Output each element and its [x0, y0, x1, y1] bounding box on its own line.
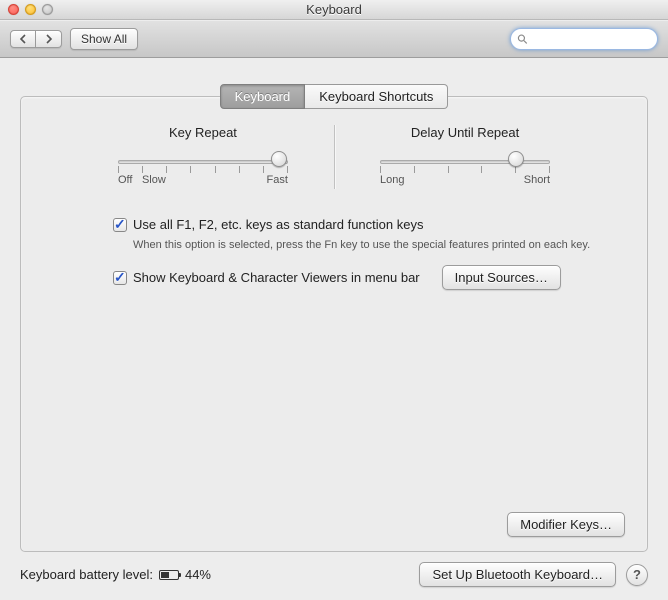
search-input[interactable] — [532, 31, 651, 47]
fn-keys-label: Use all F1, F2, etc. keys as standard fu… — [133, 217, 423, 232]
title-bar: Keyboard — [0, 0, 668, 20]
tab-keyboard-shortcuts[interactable]: Keyboard Shortcuts — [305, 84, 448, 109]
key-repeat-block: Key Repeat Off Slow Fast — [82, 125, 323, 189]
search-field[interactable] — [510, 28, 658, 50]
toolbar: Show All — [0, 20, 668, 58]
key-repeat-min-label: Off — [118, 174, 132, 186]
search-icon — [517, 33, 528, 45]
back-button[interactable] — [10, 30, 36, 48]
vertical-separator — [334, 125, 335, 189]
zoom-window-button[interactable] — [42, 4, 53, 15]
minimize-window-button[interactable] — [25, 4, 36, 15]
battery-percent: 44% — [185, 567, 211, 582]
delay-until-repeat-block: Delay Until Repeat Long Short — [345, 125, 586, 189]
fn-keys-checkbox[interactable] — [113, 218, 127, 232]
key-repeat-label: Key Repeat — [169, 125, 237, 140]
forward-button[interactable] — [36, 30, 62, 48]
tab-keyboard[interactable]: Keyboard — [220, 84, 306, 109]
key-repeat-near-min-label: Slow — [142, 174, 166, 186]
viewers-label: Show Keyboard & Character Viewers in men… — [133, 270, 420, 285]
chevron-right-icon — [44, 34, 54, 44]
settings-panel: Key Repeat Off Slow Fast — [20, 96, 648, 552]
bottom-bar: Keyboard battery level: 44% Set Up Bluet… — [20, 562, 648, 587]
show-all-button[interactable]: Show All — [70, 28, 138, 50]
fn-keys-row: Use all F1, F2, etc. keys as standard fu… — [113, 217, 621, 232]
battery-icon — [159, 570, 179, 580]
help-icon: ? — [633, 567, 641, 582]
tab-bar: Keyboard Keyboard Shortcuts — [0, 84, 668, 109]
input-sources-button[interactable]: Input Sources… — [442, 265, 561, 290]
close-window-button[interactable] — [8, 4, 19, 15]
viewers-row: Show Keyboard & Character Viewers in men… — [113, 265, 621, 290]
window-title: Keyboard — [306, 2, 362, 17]
chevron-left-icon — [18, 34, 28, 44]
key-repeat-knob[interactable] — [271, 151, 287, 167]
key-repeat-slider[interactable]: Off Slow Fast — [118, 154, 288, 182]
modifier-keys-button[interactable]: Modifier Keys… — [507, 512, 625, 537]
viewers-checkbox[interactable] — [113, 271, 127, 285]
help-button[interactable]: ? — [626, 564, 648, 586]
delay-min-label: Long — [380, 174, 404, 186]
main-area: Keyboard Keyboard Shortcuts Key Repeat O… — [0, 58, 668, 600]
fn-keys-subtext: When this option is selected, press the … — [133, 238, 621, 253]
battery-status: Keyboard battery level: 44% — [20, 567, 211, 582]
battery-label: Keyboard battery level: — [20, 567, 153, 582]
delay-until-repeat-slider[interactable]: Long Short — [380, 154, 550, 182]
delay-until-repeat-label: Delay Until Repeat — [411, 125, 519, 140]
setup-bluetooth-keyboard-button[interactable]: Set Up Bluetooth Keyboard… — [419, 562, 616, 587]
key-repeat-max-label: Fast — [267, 174, 288, 186]
nav-group — [10, 30, 62, 48]
delay-until-repeat-knob[interactable] — [508, 151, 524, 167]
delay-max-label: Short — [524, 174, 550, 186]
